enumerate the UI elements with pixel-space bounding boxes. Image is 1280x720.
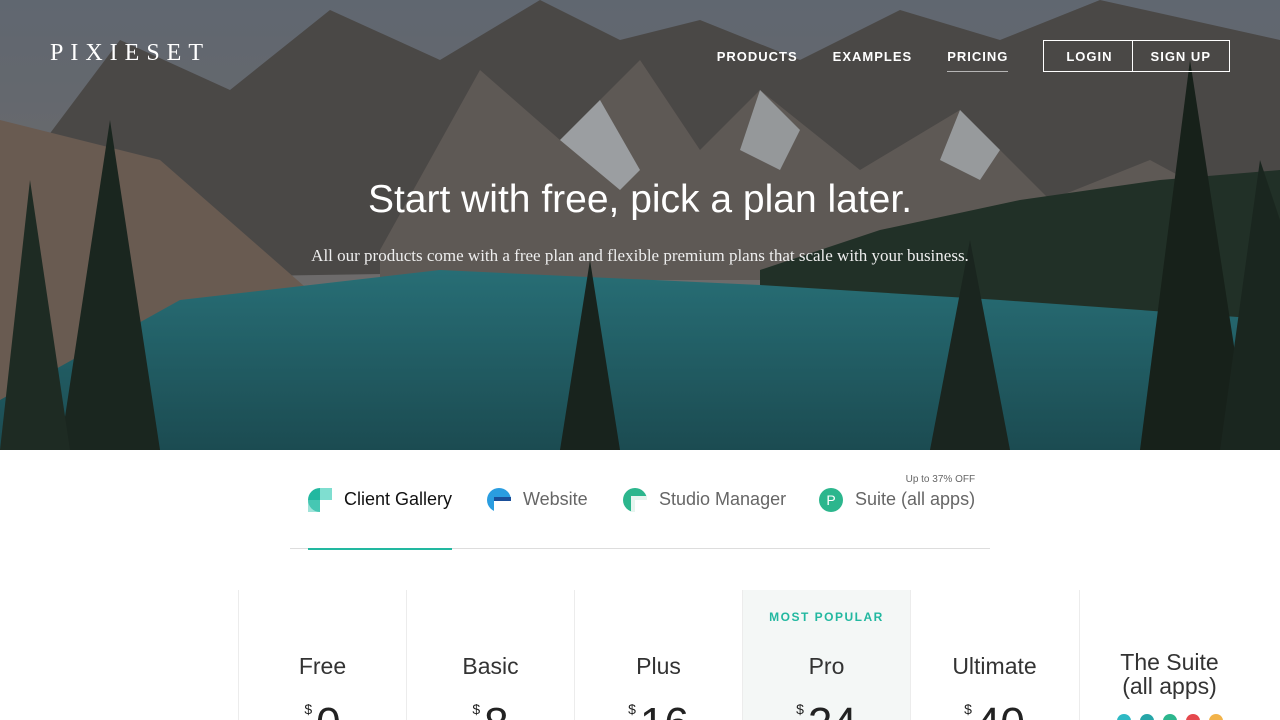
plan-price: $40 [911,702,1078,720]
plan-free: Free $0 [238,590,406,720]
plan-name: The Suite (all apps) [1080,650,1259,698]
plan-plus: Plus $16 [574,590,742,720]
price-value: 40 [976,699,1025,720]
plan-name: Pro [808,653,845,679]
currency-symbol: $ [304,701,313,717]
plan-suite: The Suite (all apps) [1079,590,1259,720]
tab-suite[interactable]: P Suite (all apps) Up to 37% OFF [819,450,975,549]
currency-symbol: $ [472,701,481,717]
plan-name: Ultimate [952,653,1037,679]
nav-examples[interactable]: EXAMPLES [833,41,913,72]
suite-app-dots [1080,714,1259,720]
most-popular-badge: MOST POPULAR [769,610,884,624]
suite-icon: P [819,487,843,512]
studio-manager-icon [623,487,647,512]
app-dot [1162,714,1177,720]
price-value: 0 [316,699,340,720]
client-gallery-icon [308,487,332,512]
app-dot [1139,714,1154,720]
plan-price: $24 [743,702,910,720]
tab-label: Studio Manager [659,489,787,509]
main-nav: PRODUCTS EXAMPLES PRICING LOGIN SIGN UP [717,40,1230,72]
pixieset-logo[interactable]: PIXIESET [50,40,210,67]
hero-banner: PIXIESET PRODUCTS EXAMPLES PRICING LOGIN… [0,0,1280,450]
suite-name-line2: (all apps) [1122,673,1217,700]
signup-button[interactable]: SIGN UP [1131,41,1229,71]
nav-pricing[interactable]: PRICING [947,41,1009,72]
currency-symbol: $ [796,701,804,717]
currency-symbol: $ [964,701,972,717]
tab-website[interactable]: Website [487,450,588,549]
tab-label: Client Gallery [344,489,453,509]
discount-label: Up to 37% OFF [905,474,976,485]
app-dot [1185,714,1200,720]
plan-name: Plus [636,653,681,679]
hero-title: Start with free, pick a plan later. [367,178,913,221]
plan-price: $16 [575,702,742,720]
hero-subtitle: All our products come with a free plan a… [311,246,969,265]
app-dot [1208,714,1223,720]
login-button[interactable]: LOGIN [1044,41,1131,71]
svg-text:P: P [826,492,835,508]
suite-name-line1: The Suite [1120,649,1219,675]
auth-buttons: LOGIN SIGN UP [1043,40,1230,72]
nav-products[interactable]: PRODUCTS [717,41,798,72]
tab-label: Website [523,489,588,509]
plan-price: $0 [239,702,406,720]
price-value: 16 [640,699,689,720]
tab-label: Suite (all apps) [855,489,976,509]
tab-studio-manager[interactable]: Studio Manager [623,450,786,549]
plan-basic: Basic $8 [406,590,574,720]
price-value: 24 [808,699,857,720]
product-tabs: Client Gallery Website Studio Manager P … [290,450,990,550]
plan-price: $8 [407,702,574,720]
plan-name: Free [298,653,347,679]
plan-name: Basic [462,653,519,679]
plan-ultimate: Ultimate $40 [910,590,1078,720]
app-dot [1116,714,1131,720]
pricing-plans: Free $0 Basic $8 Plus $16 MOST POPULAR P… [238,590,1280,720]
plan-pro: MOST POPULAR Pro $24 [742,590,910,720]
currency-symbol: $ [628,701,636,717]
website-icon [487,487,511,512]
tab-client-gallery[interactable]: Client Gallery [308,450,453,550]
price-value: 8 [484,699,508,720]
